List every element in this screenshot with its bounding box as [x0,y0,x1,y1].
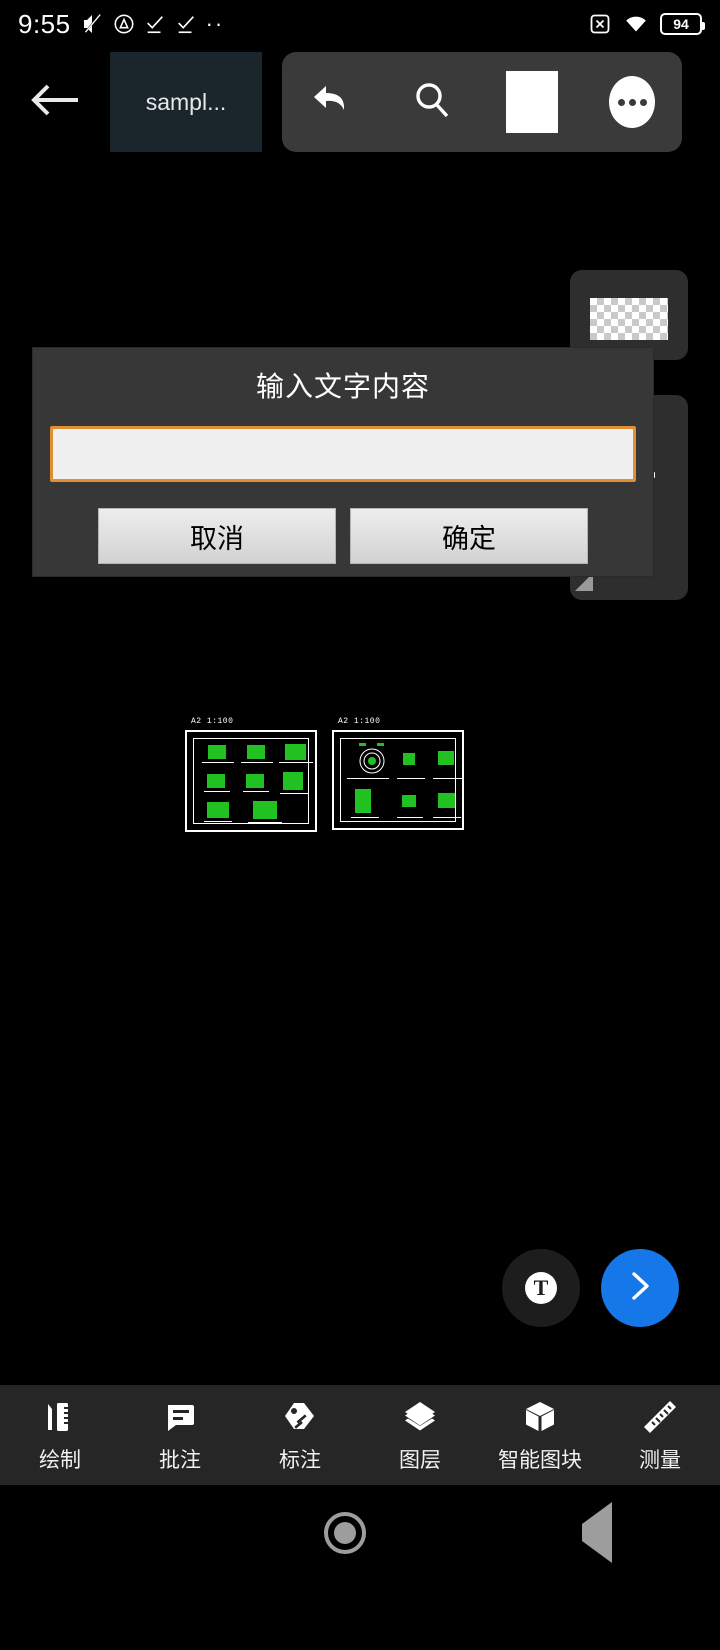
bottom-nav-item-comment[interactable]: 批注 [120,1396,240,1474]
cad-sheet[interactable]: A2 1:100 [185,717,317,832]
top-toolbar: sampl... [0,52,720,152]
bottom-nav-label: 图层 [399,1449,441,1472]
system-back-button[interactable] [582,1501,612,1563]
cad-sheet[interactable]: A2 1:100 [332,717,464,830]
status-bar-right: 94 [588,12,705,36]
search-icon [412,80,452,125]
bottom-nav-item-measure[interactable]: 测量 [600,1396,720,1474]
document-tab-label: sampl... [145,88,227,115]
chevron-right-icon [620,1266,660,1311]
app-screen: 9:55 ·· 94 sampl... 输入文字内容 取消 确定 A2 1:10… [0,0,720,1650]
dialog-buttons: 取消 确定 [33,508,653,564]
top-tool-group [282,52,682,152]
cad-canvas[interactable]: A2 1:100 A2 1:100 [0,700,720,860]
bottom-nav-item-smart-block[interactable]: 智能图块 [480,1396,600,1474]
white-square-icon [506,71,558,133]
cad-sheet-border [193,738,313,824]
text-t-icon: T [525,1272,557,1304]
more-dots-icon: ·· [205,11,225,36]
measure-ruler-icon [641,1396,679,1436]
layers-icon [401,1396,439,1436]
home-circle-icon [324,1511,366,1554]
text-tool-fab[interactable]: T [502,1249,580,1327]
text-input-dialog: 输入文字内容 取消 确定 [33,348,653,576]
check-task-icon [144,13,166,35]
system-navigation-bar [0,1485,720,1580]
wifi-icon [623,12,649,36]
status-time: 9:55 [18,8,71,39]
bottom-nav-label: 批注 [159,1449,201,1472]
cad-sheet-label: A2 1:100 [338,717,381,726]
more-button[interactable] [599,69,665,135]
back-button[interactable] [0,52,110,152]
next-fab[interactable] [601,1249,679,1327]
bottom-nav: 绘制 批注 标注 图层 智能图块 测量 [0,1385,720,1485]
triangle-drive-icon [113,13,135,35]
cad-sheet-label: A2 1:100 [191,717,234,726]
battery-icon: 94 [660,13,705,35]
confirm-button[interactable]: 确定 [350,508,588,564]
more-icon [609,76,655,128]
home-button[interactable] [324,1511,366,1554]
block-3d-icon [521,1396,559,1436]
battery-level: 94 [673,16,689,32]
transparent-checker-swatch[interactable] [590,298,668,340]
back-arrow-icon [28,78,82,127]
cancel-button[interactable]: 取消 [98,508,336,564]
text-content-input[interactable] [50,426,636,482]
bottom-nav-label: 绘制 [39,1449,81,1472]
bottom-nav-item-annotate[interactable]: 标注 [240,1396,360,1474]
status-bar: 9:55 ·· 94 [0,0,720,48]
status-bar-left: 9:55 ·· [18,9,224,40]
bottom-nav-label: 标注 [279,1449,321,1472]
mute-icon [80,12,104,36]
style-swatch-panel[interactable] [570,270,688,360]
bottom-nav-item-draw[interactable]: 绘制 [0,1396,120,1474]
undo-button[interactable] [299,69,365,135]
sim-disabled-icon [588,12,612,36]
bottom-nav-label: 测量 [639,1449,681,1472]
search-button[interactable] [399,69,465,135]
bottom-nav-label: 智能图块 [498,1449,582,1472]
canvas-color-button[interactable] [499,69,565,135]
dialog-title: 输入文字内容 [255,371,430,402]
tag-icon [281,1396,319,1436]
pencil-ruler-icon [41,1396,79,1436]
check-task-icon [175,13,197,35]
comment-icon [161,1396,199,1436]
undo-icon [310,80,354,125]
back-triangle-icon [582,1501,612,1563]
cad-sheet-border [340,738,463,822]
bottom-nav-item-layers[interactable]: 图层 [360,1396,480,1474]
document-tab[interactable]: sampl... [110,52,262,152]
